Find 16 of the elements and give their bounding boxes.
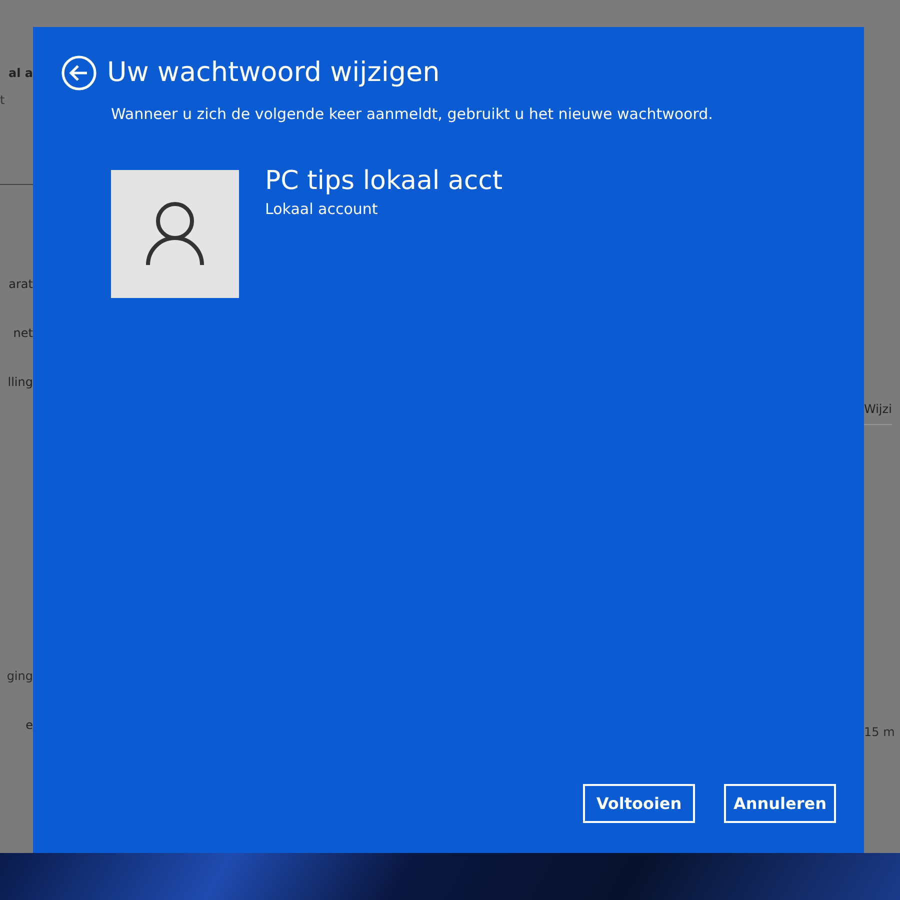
account-name: PC tips lokaal acct: [265, 166, 503, 196]
user-icon: [145, 201, 205, 267]
dialog-button[interactable]: Voltooien: [583, 784, 695, 823]
background-text: net: [13, 325, 33, 342]
background-text: arat: [8, 276, 33, 293]
dialog-description: Wanneer u zich de volgende keer aanmeldt, gebruikt u het nieuwe wachtwoord.: [111, 105, 714, 123]
background-text: 15 m: [864, 724, 895, 741]
background-text: lling: [8, 374, 33, 391]
back-icon[interactable]: [61, 55, 97, 91]
background-text: ging: [6, 668, 33, 685]
background-text: al a: [8, 65, 33, 82]
account-type: Lokaal account: [265, 200, 379, 218]
background-text: Wijzi: [864, 400, 892, 425]
dialog-title: Uw wachtwoord wijzigen: [107, 56, 440, 90]
dialog-button[interactable]: Annuleren: [724, 784, 836, 823]
background-text: e: [26, 717, 33, 734]
